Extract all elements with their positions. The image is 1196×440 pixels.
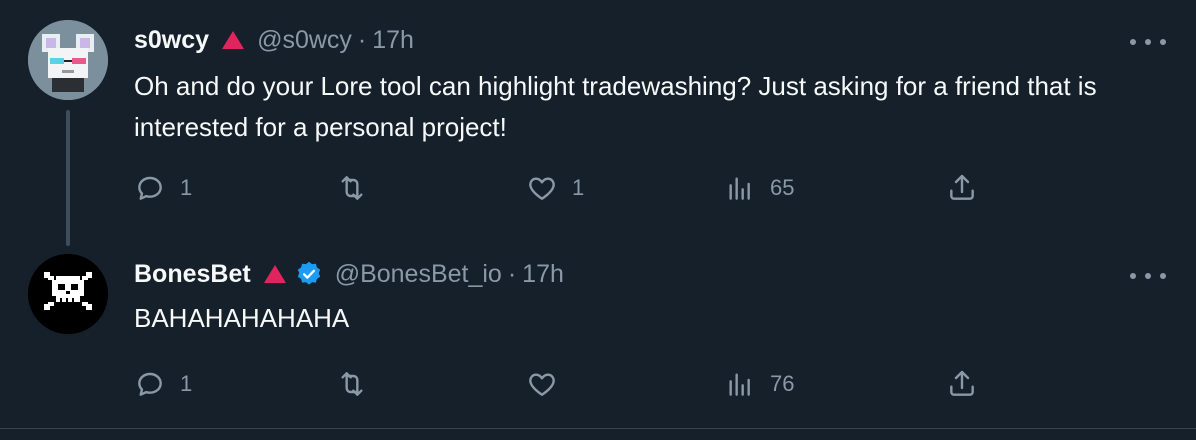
tweet-actions: 1 1 65: [0, 168, 1196, 208]
display-name[interactable]: BonesBet: [134, 260, 251, 289]
views-button[interactable]: 76: [724, 364, 794, 404]
red-triangle-icon: [263, 265, 286, 283]
avatar-s0wcy[interactable]: [28, 20, 108, 100]
user-handle[interactable]: @BonesBet_io: [335, 260, 502, 289]
timestamp[interactable]: 17h: [522, 260, 564, 289]
views-count: 65: [770, 175, 795, 200]
tweet-header: s0wcy @s0wcy · 17h: [134, 20, 414, 60]
like-button[interactable]: 1: [526, 168, 584, 208]
more-options-icon[interactable]: [1130, 264, 1166, 288]
separator-dot: ·: [357, 25, 367, 54]
reply-icon: [138, 372, 162, 396]
tweet-text: Oh and do your Lore tool can highlight t…: [134, 71, 1097, 142]
retweet-button[interactable]: [336, 364, 382, 404]
retweet-icon: [341, 176, 363, 200]
like-button[interactable]: [526, 364, 572, 404]
reply-count: 1: [180, 371, 193, 396]
reply-button[interactable]: 1: [134, 168, 192, 208]
views-bar-chart-icon: [729, 373, 750, 396]
timestamp[interactable]: 17h: [372, 26, 414, 55]
retweet-icon: [341, 372, 363, 396]
verified-badge-icon[interactable]: [295, 260, 323, 288]
tweet-text: BAHAHAHAHAHA: [134, 303, 350, 333]
avatar-bonesbet[interactable]: [28, 254, 108, 334]
heart-icon: [529, 177, 555, 200]
reply-count: 1: [180, 175, 193, 200]
reply-icon: [138, 176, 162, 200]
more-options-icon[interactable]: [1130, 30, 1166, 54]
pixel-art-mouse-avatar-icon: [28, 20, 108, 100]
tweet-s0wcy[interactable]: s0wcy @s0wcy · 17h Oh and do your Lore t…: [0, 0, 1196, 250]
views-button[interactable]: 65: [724, 168, 794, 208]
share-button[interactable]: [946, 364, 978, 404]
tweet-bonesbet[interactable]: BonesBet @BonesBet_io · 17h BAHAHAHAHAHA…: [0, 250, 1196, 428]
share-icon: [950, 370, 974, 396]
reply-button[interactable]: 1: [134, 364, 192, 404]
retweet-button[interactable]: [336, 168, 382, 208]
heart-icon: [529, 373, 555, 396]
red-triangle-icon: [222, 31, 245, 49]
views-bar-chart-icon: [729, 177, 750, 200]
separator-dot: ·: [507, 259, 517, 288]
like-count: 1: [572, 175, 585, 200]
user-handle[interactable]: @s0wcy: [257, 26, 352, 55]
tweet-actions: 1 76: [0, 364, 1196, 404]
display-name[interactable]: s0wcy: [134, 26, 209, 55]
share-icon: [950, 174, 974, 200]
tweet-header: BonesBet @BonesBet_io · 17h: [134, 254, 564, 294]
divider: [0, 428, 1196, 429]
share-button[interactable]: [946, 168, 978, 208]
pixel-skull-avatar-icon: [28, 254, 108, 334]
views-count: 76: [770, 371, 795, 396]
